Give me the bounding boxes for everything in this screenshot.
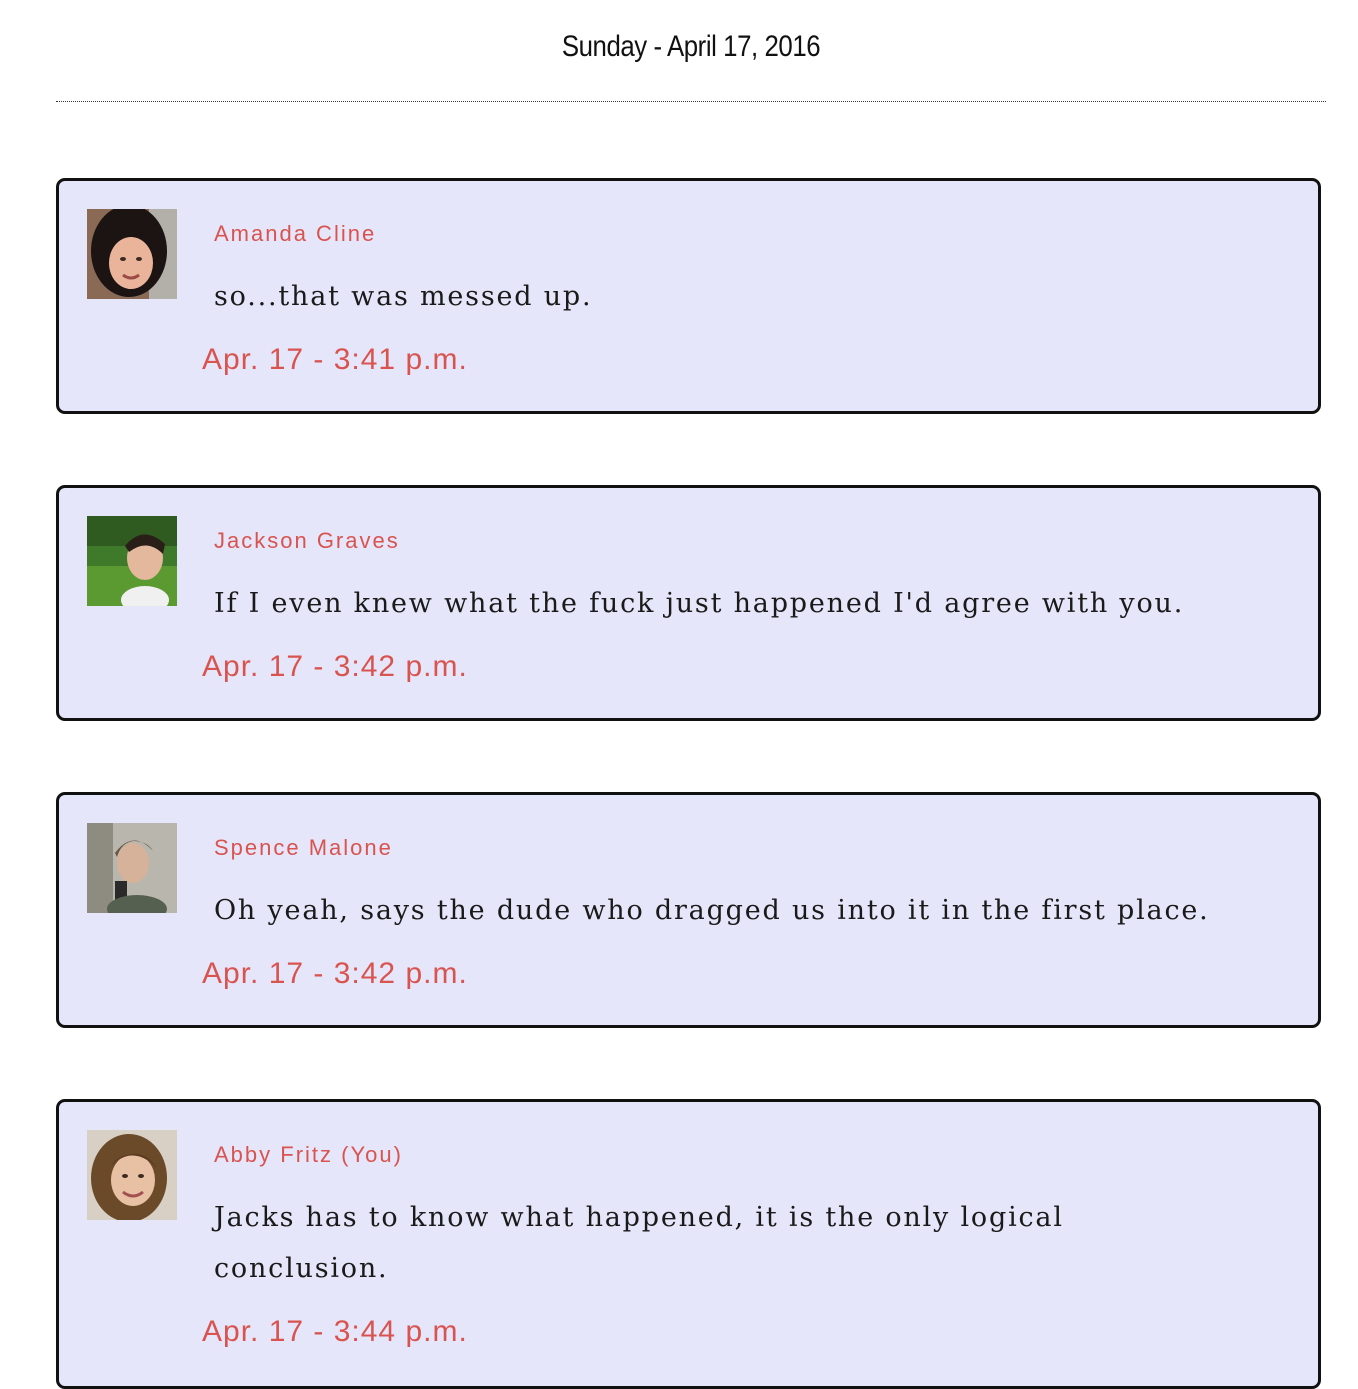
message-card: Spence Malone Oh yeah, says the dude who…: [56, 792, 1321, 1028]
avatar[interactable]: [87, 209, 177, 299]
sender-name[interactable]: Spence Malone: [214, 835, 393, 861]
sender-name[interactable]: Jackson Graves: [214, 528, 400, 554]
message-text: Oh yeah, says the dude who dragged us in…: [214, 895, 1210, 926]
message-text: Jacks has to know what happened, it is t…: [214, 1202, 1064, 1284]
avatar[interactable]: [87, 823, 177, 913]
sender-name[interactable]: Abby Fritz (You): [214, 1142, 403, 1168]
message-card: Abby Fritz (You) Jacks has to know what …: [56, 1099, 1321, 1389]
date-header: Sunday - April 17, 2016: [561, 30, 821, 63]
avatar[interactable]: [87, 516, 177, 606]
message-timestamp: Apr. 17 - 3:42 p.m.: [202, 650, 468, 683]
message-timestamp: Apr. 17 - 3:44 p.m.: [202, 1315, 468, 1348]
avatar[interactable]: [87, 1130, 177, 1220]
message-timestamp: Apr. 17 - 3:41 p.m.: [202, 343, 468, 376]
message-timestamp: Apr. 17 - 3:42 p.m.: [202, 957, 468, 990]
message-card: Jackson Graves If I even knew what the f…: [56, 485, 1321, 721]
sender-name[interactable]: Amanda Cline: [214, 221, 376, 247]
message-card: Amanda Cline so...that was messed up. Ap…: [56, 178, 1321, 414]
message-text: so...that was messed up.: [214, 281, 593, 312]
message-text: If I even knew what the fuck just happen…: [214, 588, 1185, 619]
date-divider: [56, 101, 1326, 102]
